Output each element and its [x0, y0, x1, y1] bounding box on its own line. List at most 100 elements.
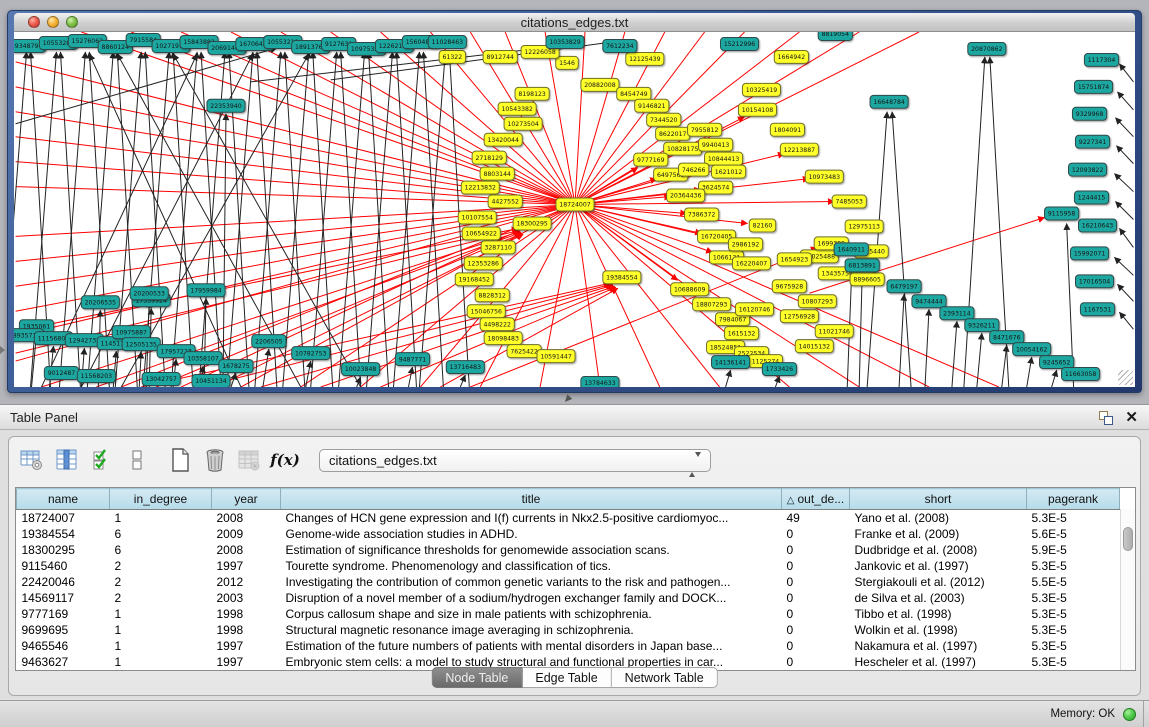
network-node[interactable]: 9777169	[634, 153, 668, 166]
cell-short[interactable]: Tibbo et al. (1998)	[850, 606, 1027, 622]
cell-year[interactable]: 2012	[212, 574, 281, 590]
network-node[interactable]: 10325419	[742, 83, 780, 96]
cell-in_degree[interactable]: 1	[110, 606, 212, 622]
network-node[interactable]: 13784633	[581, 377, 619, 387]
network-node[interactable]: 10688609	[671, 283, 709, 296]
cell-title[interactable]: Corpus callosum shape and size in male p…	[281, 606, 782, 622]
citation-edge-red[interactable]	[575, 202, 834, 205]
network-node[interactable]: 8912744	[483, 50, 517, 63]
citation-edge-black[interactable]	[1052, 370, 1057, 387]
cell-short[interactable]: Yano et al. (2008)	[850, 510, 1027, 526]
network-node[interactable]: 11663058	[1062, 368, 1100, 381]
network-node[interactable]: 19168452	[455, 273, 493, 286]
cell-name[interactable]: 22420046	[17, 574, 110, 590]
cell-short[interactable]: Dudbridge et al. (2008)	[850, 542, 1027, 558]
memory-ok-indicator[interactable]	[1123, 708, 1136, 721]
float-panel-icon[interactable]	[1099, 411, 1113, 425]
network-node[interactable]: 7485053	[832, 195, 866, 208]
network-node[interactable]: 20882008	[581, 78, 619, 91]
network-node[interactable]: 8198123	[515, 87, 549, 100]
cell-short[interactable]: Stergiakouli et al. (2012)	[850, 574, 1027, 590]
cell-name[interactable]: 18300295	[17, 542, 110, 558]
network-node[interactable]: 1640911	[834, 243, 868, 256]
column-header-pagerank[interactable]: pagerank	[1027, 489, 1120, 510]
network-node[interactable]: 10782753	[292, 347, 330, 360]
network-node[interactable]: 20364436	[667, 189, 705, 202]
cell-short[interactable]: Wolkin et al. (1998)	[850, 622, 1027, 638]
cell-title[interactable]: Structural magnetic resonance image aver…	[281, 622, 782, 638]
cell-in_degree[interactable]: 2	[110, 574, 212, 590]
table-scrollbar[interactable]	[1120, 509, 1135, 671]
network-node[interactable]: 9146821	[635, 99, 669, 112]
column-header-short[interactable]: short	[850, 489, 1027, 510]
tab-node-table[interactable]: Node Table	[431, 667, 522, 688]
network-node[interactable]: 12975113	[845, 220, 883, 233]
network-node[interactable]: 1678275	[219, 360, 253, 373]
cell-title[interactable]: Estimation of significance thresholds fo…	[281, 542, 782, 558]
network-node[interactable]: 10358107	[184, 352, 222, 365]
network-node[interactable]: 22353940	[207, 99, 245, 112]
network-node[interactable]: 6813891	[845, 259, 879, 272]
cell-short[interactable]: Franke et al. (2009)	[850, 526, 1027, 542]
cell-year[interactable]: 2003	[212, 590, 281, 606]
citation-edge-black[interactable]	[394, 52, 420, 387]
network-node[interactable]: 13420044	[484, 133, 522, 146]
cell-title[interactable]: Tourette syndrome. Phenomenology and cla…	[281, 558, 782, 574]
network-node[interactable]: 9115958	[1045, 207, 1079, 220]
deselect-rows-button[interactable]	[124, 447, 150, 473]
network-node[interactable]: 746266	[679, 163, 709, 176]
cell-name[interactable]: 9465546	[17, 638, 110, 654]
network-node[interactable]: 10973483	[805, 170, 843, 183]
network-node[interactable]: 18300295	[513, 217, 551, 230]
network-node[interactable]: 6479197	[887, 280, 921, 293]
citation-edge-black[interactable]	[1002, 345, 1007, 387]
network-node[interactable]: 7612234	[603, 39, 637, 52]
cell-pagerank[interactable]: 5.3E-5	[1027, 622, 1120, 638]
network-node[interactable]: 20870862	[968, 42, 1006, 55]
citation-edge-black[interactable]	[1119, 312, 1133, 329]
citation-edge-black[interactable]	[460, 375, 465, 387]
network-node[interactable]: 8622017	[656, 127, 690, 140]
column-header-in_degree[interactable]: in_degree	[110, 489, 212, 510]
cell-name[interactable]: 9777169	[17, 606, 110, 622]
citation-network-graph[interactable]: 1872400781981231054338210273504134200442…	[14, 32, 1135, 387]
network-node[interactable]: 1615132	[724, 327, 758, 340]
network-node[interactable]: 8803144	[480, 167, 514, 180]
network-node[interactable]: 12353286	[464, 257, 502, 270]
network-node[interactable]: 8828312	[475, 289, 509, 302]
network-node[interactable]: 1117304	[1084, 53, 1118, 66]
column-header-title[interactable]: title	[281, 489, 782, 510]
citation-edge-black[interactable]	[1119, 228, 1133, 247]
network-node[interactable]: 16648784	[870, 95, 908, 108]
cell-in_degree[interactable]: 6	[110, 542, 212, 558]
network-node[interactable]: 15212996	[720, 37, 758, 50]
citation-edge-black[interactable]	[775, 376, 779, 387]
cell-title[interactable]: Changes of HCN gene expression and I(f) …	[281, 510, 782, 526]
network-node[interactable]: 1167531	[1080, 303, 1114, 316]
network-node[interactable]: 1664942	[774, 50, 808, 63]
cell-pagerank[interactable]: 5.5E-5	[1027, 574, 1120, 590]
network-node[interactable]: 18098483	[484, 332, 522, 345]
table-row[interactable]: 1872400712008Changes of HCN gene express…	[17, 510, 1120, 526]
network-node[interactable]: 2393114	[940, 307, 974, 320]
citation-edge-black[interactable]	[263, 349, 269, 387]
network-node[interactable]: 1654923	[777, 253, 811, 266]
network-node[interactable]: 10654922	[462, 227, 500, 240]
cell-year[interactable]: 1997	[212, 638, 281, 654]
table-selector-dropdown[interactable]: citations_edges.txt	[319, 449, 711, 472]
network-node[interactable]: 2718129	[472, 151, 506, 164]
network-node[interactable]: 17016504	[1075, 275, 1113, 288]
citation-edge-red[interactable]	[261, 285, 613, 387]
tab-edge-table[interactable]: Edge Table	[522, 667, 611, 688]
citation-edge-black[interactable]	[231, 373, 236, 387]
network-node[interactable]: 12093822	[1069, 163, 1107, 176]
cell-out_degree[interactable]: 0	[782, 622, 850, 638]
citation-edge-black[interactable]	[1115, 202, 1133, 220]
cell-pagerank[interactable]: 5.9E-5	[1027, 542, 1120, 558]
cell-pagerank[interactable]: 5.3E-5	[1027, 558, 1120, 574]
hidden-panel-arrow-icon[interactable]	[0, 346, 5, 354]
cell-name[interactable]: 9115460	[17, 558, 110, 574]
table-row[interactable]: 1938455462009Genome-wide association stu…	[17, 526, 1120, 542]
network-node[interactable]: 1733426	[762, 363, 796, 376]
cell-out_degree[interactable]: 0	[782, 638, 850, 654]
